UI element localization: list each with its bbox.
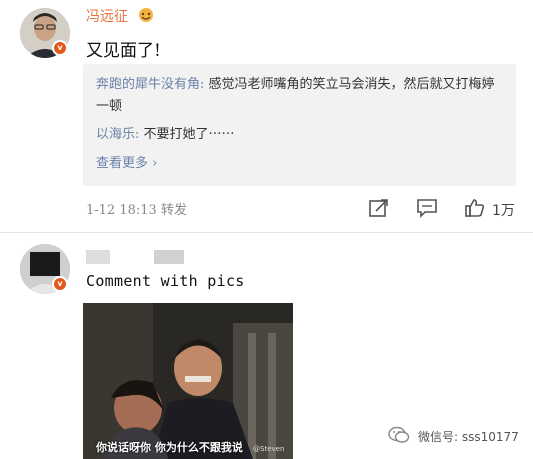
post-text: 又见面了!	[86, 41, 161, 61]
image-credit: @Steven	[253, 445, 285, 453]
post-image[interactable]	[83, 303, 293, 459]
feed-page: v 冯远征 又见面了! 奔跑的犀牛没有角: 感觉冯老师嘴角的笑立马会消失，然后就…	[0, 0, 533, 459]
redacted-username	[154, 250, 184, 264]
comment-item[interactable]: 以海乐: 不要打她了⋯⋯	[96, 124, 506, 146]
username[interactable]: 冯远征	[86, 6, 128, 26]
verified-badge-icon: v	[52, 40, 68, 56]
vip-icon	[139, 8, 153, 22]
post-text: Comment with pics	[86, 272, 245, 290]
redacted-username	[86, 250, 110, 264]
comment-icon[interactable]	[416, 198, 438, 218]
see-more-link[interactable]: 查看更多 ›	[96, 152, 157, 171]
verified-badge-icon: v	[52, 276, 68, 292]
comment-item[interactable]: 奔跑的犀牛没有角: 感觉冯老师嘴角的笑立马会消失，然后就又打梅婷一顿	[96, 74, 506, 118]
timestamp: 1-12 18:13	[86, 203, 157, 218]
repost-label: 转发	[160, 203, 187, 218]
share-icon[interactable]	[368, 198, 390, 218]
comment-author[interactable]: 以海乐:	[96, 127, 139, 142]
like-count: 1万	[492, 203, 515, 219]
image-subtitle: 你说话呀你 你为什么不跟我说	[96, 441, 243, 454]
wechat-icon	[388, 426, 410, 443]
comment-author[interactable]: 奔跑的犀牛没有角:	[96, 77, 204, 92]
post-divider	[0, 232, 533, 233]
watermark-text: 微信号: sss10177	[418, 430, 519, 444]
like-icon[interactable]	[464, 198, 486, 218]
post-meta: 1-12 18:13 转发	[86, 199, 187, 218]
comment-text: 不要打她了⋯⋯	[139, 127, 235, 142]
